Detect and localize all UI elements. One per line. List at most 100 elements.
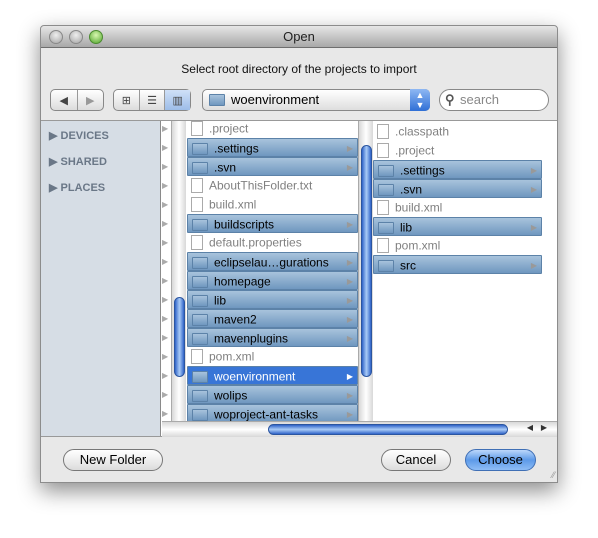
list-view-button[interactable]: ☰ <box>140 90 166 110</box>
item-name: .settings <box>400 163 445 178</box>
folder-icon <box>192 389 208 402</box>
list-item[interactable]: .project <box>187 119 358 138</box>
item-name: woproject-ant-tasks <box>214 407 319 422</box>
item-name: pom.xml <box>209 349 255 364</box>
column-browser: ▶ DEVICES ▶ SHARED ▶ PLACES ▶ ▶ ▶ ▶ ▶ ▶ ▶ ▶ ▶ ▶ ▶ ▶… <box>41 120 557 437</box>
list-item[interactable]: AboutThisFolder.txt <box>187 176 358 195</box>
list-item[interactable]: .project <box>373 141 542 160</box>
location-label: woenvironment <box>231 92 320 107</box>
column-2-scrollbar[interactable] <box>358 121 373 421</box>
list-item[interactable]: build.xml <box>187 195 358 214</box>
list-item[interactable]: lib ▶ <box>187 290 358 309</box>
list-item[interactable]: .svn ▶ <box>187 157 358 176</box>
list-item[interactable]: lib ▶ <box>373 217 542 236</box>
forward-button[interactable]: ▶ <box>78 90 104 110</box>
folder-icon <box>192 370 208 383</box>
item-name: src <box>400 258 416 273</box>
disclosure-arrow-icon: ▶ <box>162 371 169 380</box>
scroll-thumb[interactable] <box>268 424 508 435</box>
sidebar-section-devices[interactable]: ▶ DEVICES <box>49 129 109 142</box>
list-item[interactable]: homepage ▶ <box>187 271 358 290</box>
disclosure-arrow-icon: ▶ <box>162 295 169 304</box>
folder-icon <box>378 164 394 177</box>
folder-icon <box>192 332 208 345</box>
navigation-buttons: ◀ ▶ <box>50 89 104 111</box>
item-name: woenvironment <box>214 369 296 384</box>
list-item[interactable]: maven2 ▶ <box>187 309 358 328</box>
zoom-button[interactable] <box>89 30 103 44</box>
list-item[interactable]: woenvironment ▶ <box>187 366 358 385</box>
list-item[interactable]: .settings ▶ <box>187 138 358 157</box>
column-1-partial: ▶ ▶ ▶ ▶ ▶ ▶ ▶ ▶ ▶ ▶ ▶ ▶ ▶ ▶ ▶ ▶ <box>162 121 171 421</box>
folder-icon <box>192 313 208 326</box>
disclosure-arrow-icon: ▶ <box>530 185 537 194</box>
sidebar-section-places[interactable]: ▶ PLACES <box>49 181 105 194</box>
resize-grip[interactable]: ⁄⁄ <box>552 470 555 480</box>
close-button[interactable] <box>49 30 63 44</box>
new-folder-button[interactable]: New Folder <box>63 449 163 471</box>
list-item[interactable]: default.properties <box>187 233 358 252</box>
column-view-button[interactable]: ▥ <box>165 90 191 110</box>
search-icon: ⚲ <box>445 92 455 107</box>
minimize-button[interactable] <box>69 30 83 44</box>
view-switcher: ⊞ ☰ ▥ <box>113 89 191 111</box>
list-item[interactable]: .classpath <box>373 122 542 141</box>
document-icon <box>191 349 203 365</box>
disclosure-arrow-icon: ▶ <box>530 223 537 232</box>
item-name: default.properties <box>209 235 302 250</box>
document-icon <box>377 238 389 254</box>
disclosure-arrow-icon: ▶ <box>162 352 169 361</box>
list-item[interactable]: src ▶ <box>373 255 542 274</box>
disclosure-arrow-icon: ▶ <box>162 143 169 152</box>
column-1-scrollbar[interactable] <box>171 121 186 421</box>
item-name: .svn <box>400 182 423 197</box>
sidebar-section-shared[interactable]: ▶ SHARED <box>49 155 107 168</box>
choose-button[interactable]: Choose <box>465 449 536 471</box>
horizontal-scrollbar[interactable]: ◀ ▶ <box>162 421 557 437</box>
list-item[interactable]: build.xml <box>373 198 542 217</box>
item-name: maven2 <box>214 312 257 327</box>
scroll-left-button[interactable]: ◀ <box>527 423 533 432</box>
item-name: .settings <box>214 141 259 156</box>
item-name: lib <box>400 220 413 235</box>
list-item[interactable]: wolips ▶ <box>187 385 358 404</box>
search-placeholder: search <box>460 92 500 107</box>
location-popup[interactable]: woenvironment ▲ ▼ <box>202 89 430 111</box>
cancel-button[interactable]: Cancel <box>381 449 451 471</box>
scroll-thumb[interactable] <box>361 145 372 377</box>
dialog-prompt: Select root directory of the projects to… <box>181 62 417 76</box>
list-item[interactable]: eclipselau…gurations ▶ <box>187 252 358 271</box>
item-name: mavenplugins <box>214 331 289 346</box>
disclosure-arrow-icon: ▶ <box>162 219 169 228</box>
list-item[interactable]: .svn ▶ <box>373 179 542 198</box>
scroll-right-button[interactable]: ▶ <box>541 423 547 432</box>
list-item[interactable]: pom.xml <box>373 236 542 255</box>
item-name: buildscripts <box>214 217 275 232</box>
title-bar: Open <box>41 26 557 48</box>
disclosure-arrow-icon: ▶ <box>162 162 169 171</box>
disclosure-arrow-icon: ▶ <box>346 334 353 343</box>
disclosure-arrow-icon: ▶ <box>346 372 353 381</box>
list-item[interactable]: pom.xml <box>187 347 358 366</box>
item-name: build.xml <box>209 197 257 212</box>
document-icon <box>377 124 389 140</box>
item-name: homepage <box>214 274 271 289</box>
disclosure-arrow-icon: ▶ <box>162 124 169 133</box>
scroll-thumb[interactable] <box>174 297 185 377</box>
disclosure-arrow-icon: ▶ <box>162 276 169 285</box>
list-item[interactable]: mavenplugins ▶ <box>187 328 358 347</box>
disclosure-arrow-icon: ▶ <box>162 257 169 266</box>
disclosure-arrow-icon: ▶ <box>346 315 353 324</box>
folder-icon <box>192 408 208 421</box>
disclosure-arrow-icon: ▶ <box>530 261 537 270</box>
list-item[interactable]: .settings ▶ <box>373 160 542 179</box>
item-name: .project <box>209 121 249 136</box>
disclosure-arrow-icon: ▶ <box>162 409 169 418</box>
list-item[interactable]: buildscripts ▶ <box>187 214 358 233</box>
item-name: .project <box>395 143 435 158</box>
item-name: eclipselau…gurations <box>214 255 329 270</box>
search-field[interactable]: ⚲ search <box>439 89 549 111</box>
back-button[interactable]: ◀ <box>51 90 78 110</box>
icon-view-button[interactable]: ⊞ <box>114 90 140 110</box>
disclosure-arrow-icon: ▶ <box>162 181 169 190</box>
